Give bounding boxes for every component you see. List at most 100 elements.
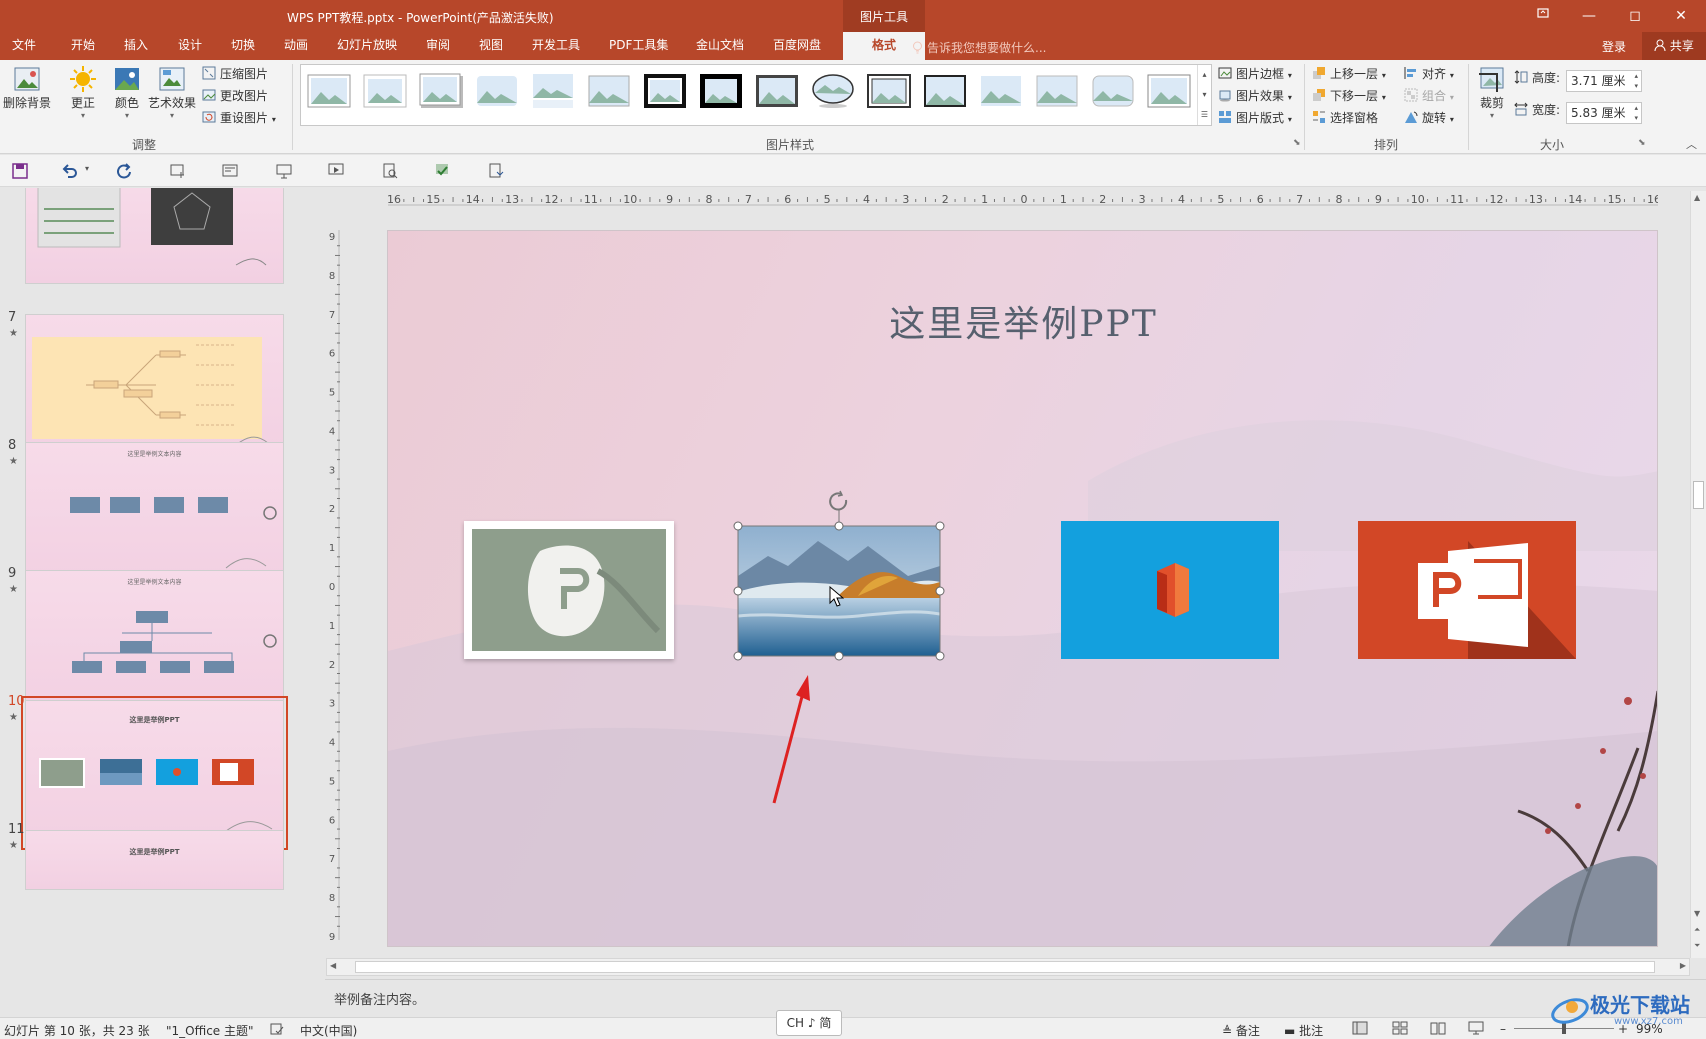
- print-preview-icon[interactable]: [382, 163, 398, 179]
- picture-layout-button[interactable]: 图片版式 ▾: [1218, 108, 1292, 130]
- style-rounded-icon[interactable]: [1091, 73, 1135, 109]
- scroll-thumb[interactable]: [355, 961, 1655, 973]
- style-soft-edge-icon[interactable]: [475, 73, 519, 109]
- tab-slideshow[interactable]: 幻灯片放映: [337, 32, 397, 60]
- rotate-button[interactable]: 旋转 ▾: [1404, 108, 1454, 130]
- style-metal-frame-icon[interactable]: [755, 73, 799, 109]
- gallery-scroll-arrows[interactable]: ▴ ▾ ☰: [1197, 65, 1211, 125]
- style-thick-black-frame-icon[interactable]: [699, 73, 743, 109]
- new-slide-icon[interactable]: [170, 163, 186, 179]
- save-icon[interactable]: [12, 163, 28, 179]
- style-perspective-icon[interactable]: [1035, 73, 1079, 109]
- minimize-button[interactable]: —: [1566, 0, 1612, 32]
- share-button[interactable]: 共享: [1642, 32, 1706, 60]
- picture-styles-gallery[interactable]: ▴ ▾ ☰: [300, 64, 1212, 126]
- present-icon[interactable]: [328, 163, 344, 179]
- send-backward-button[interactable]: 下移一层 ▾: [1312, 86, 1386, 108]
- slide-sorter-icon[interactable]: [1392, 1021, 1408, 1035]
- previous-slide-icon[interactable]: ⏶: [1694, 925, 1700, 935]
- style-shadow-frame-icon[interactable]: [419, 73, 463, 109]
- selection-pane-button[interactable]: 选择窗格: [1312, 108, 1378, 128]
- normal-view-icon[interactable]: [1352, 1021, 1368, 1035]
- notes-text[interactable]: 举例备注内容。: [334, 989, 425, 1008]
- tab-insert[interactable]: 插入: [124, 32, 148, 60]
- tab-file[interactable]: 文件: [12, 32, 36, 60]
- slideshow-from-start-icon[interactable]: [276, 163, 292, 179]
- comments-toggle-button[interactable]: ▬ 批注: [1284, 1022, 1323, 1039]
- slide-thumbnail-8[interactable]: 这里是举例文本内容: [25, 442, 284, 588]
- close-button[interactable]: ✕: [1658, 0, 1704, 32]
- tab-animations[interactable]: 动画: [284, 32, 308, 60]
- login-link[interactable]: 登录: [1602, 38, 1626, 55]
- ribbon-display-icon[interactable]: [1520, 0, 1566, 32]
- style-thin-black-icon[interactable]: [923, 73, 967, 109]
- slide-thumbnail-6[interactable]: [25, 188, 284, 284]
- tab-transitions[interactable]: 切换: [231, 32, 255, 60]
- language-indicator[interactable]: 中文(中国): [300, 1022, 357, 1039]
- picture-lake-landscape-selected[interactable]: [733, 490, 945, 661]
- tell-me-search[interactable]: 告诉我您想要做什么...: [912, 39, 1046, 56]
- style-reflected-icon[interactable]: [531, 73, 575, 109]
- width-input[interactable]: 5.83 厘米 ▴ ▾: [1566, 102, 1642, 124]
- zoom-out-button[interactable]: –: [1500, 1022, 1506, 1036]
- layout-icon[interactable]: [222, 163, 238, 179]
- style-black-frame-icon[interactable]: [643, 73, 687, 109]
- slide-thumbnail-10[interactable]: 这里是举例PPT: [21, 696, 288, 850]
- spell-check-icon[interactable]: [434, 163, 450, 179]
- style-simple-frame-icon[interactable]: [307, 73, 351, 109]
- notes-toggle-button[interactable]: ≜ 备注: [1222, 1022, 1260, 1039]
- dialog-launcher-size[interactable]: ⬊: [1638, 138, 1646, 148]
- crop-button[interactable]: 裁剪 ▾: [1474, 64, 1510, 120]
- next-slide-icon[interactable]: ⏷: [1694, 941, 1700, 951]
- scroll-thumb[interactable]: [1693, 481, 1704, 509]
- picture-border-button[interactable]: 图片边框 ▾: [1218, 64, 1292, 86]
- remove-background-button[interactable]: 删除背景: [2, 64, 52, 111]
- scroll-down-icon[interactable]: ▼: [1694, 909, 1700, 918]
- tab-view[interactable]: 视图: [479, 32, 503, 60]
- compress-pictures-button[interactable]: 压缩图片: [202, 64, 268, 84]
- bring-forward-button[interactable]: 上移一层 ▾: [1312, 64, 1386, 86]
- style-double-frame-icon[interactable]: [867, 73, 911, 109]
- style-bevel-icon[interactable]: [587, 73, 631, 109]
- corrections-button[interactable]: 更正 ▾: [64, 64, 102, 120]
- picture-artistic-effect[interactable]: [464, 521, 674, 659]
- tab-pdf-tools[interactable]: PDF工具集: [609, 32, 668, 60]
- group-button[interactable]: 组合 ▾: [1404, 86, 1454, 108]
- dialog-launcher-styles[interactable]: ⬊: [1293, 138, 1301, 148]
- open-file-icon[interactable]: [488, 163, 504, 179]
- ime-indicator[interactable]: CH ♪ 简: [776, 1010, 842, 1036]
- reading-view-icon[interactable]: [1430, 1021, 1446, 1035]
- slide-vertical-scrollbar[interactable]: ▲ ▼ ⏶ ⏷: [1690, 191, 1706, 958]
- slide-horizontal-scrollbar[interactable]: ◀ ▶: [326, 958, 1690, 976]
- tab-baidu-netdisk[interactable]: 百度网盘: [773, 32, 821, 60]
- change-picture-button[interactable]: 更改图片: [202, 86, 268, 106]
- scroll-right-icon[interactable]: ▶: [1680, 961, 1686, 970]
- slide-thumbnail-7[interactable]: [25, 314, 284, 460]
- style-white-frame-icon[interactable]: [363, 73, 407, 109]
- collapse-ribbon-icon[interactable]: ︿: [1686, 136, 1697, 152]
- maximize-button[interactable]: ◻: [1612, 0, 1658, 32]
- slide-title[interactable]: 这里是举例PPT: [388, 295, 1657, 347]
- tab-review[interactable]: 审阅: [426, 32, 450, 60]
- slide-thumbnail-9[interactable]: 这里是举例文本内容: [25, 570, 284, 716]
- style-framed-icon[interactable]: [1147, 73, 1191, 109]
- picture-effects-button[interactable]: 图片效果 ▾: [1218, 86, 1292, 108]
- scroll-left-icon[interactable]: ◀: [330, 961, 336, 970]
- redo-icon[interactable]: [116, 163, 132, 179]
- reset-picture-button[interactable]: 重设图片 ▾: [202, 108, 276, 130]
- tab-home[interactable]: 开始: [71, 32, 95, 60]
- picture-office-logo[interactable]: [1061, 521, 1279, 659]
- align-button[interactable]: 对齐 ▾: [1404, 64, 1454, 86]
- undo-dropdown-icon[interactable]: ▾: [85, 164, 89, 173]
- style-glow-icon[interactable]: [979, 73, 1023, 109]
- style-oval-icon[interactable]: [811, 73, 855, 109]
- picture-powerpoint-logo[interactable]: [1358, 521, 1576, 659]
- slide-thumbnail-11[interactable]: 这里是举例PPT: [25, 830, 284, 890]
- notes-pane[interactable]: 举例备注内容。: [325, 979, 1706, 1018]
- tab-kingsoft-docs[interactable]: 金山文档: [696, 32, 744, 60]
- tab-developer[interactable]: 开发工具: [532, 32, 580, 60]
- undo-icon[interactable]: [62, 163, 78, 179]
- height-input[interactable]: 3.71 厘米 ▴ ▾: [1566, 70, 1642, 92]
- spell-check-status-icon[interactable]: [270, 1022, 284, 1036]
- artistic-effects-button[interactable]: 艺术效果 ▾: [146, 64, 198, 120]
